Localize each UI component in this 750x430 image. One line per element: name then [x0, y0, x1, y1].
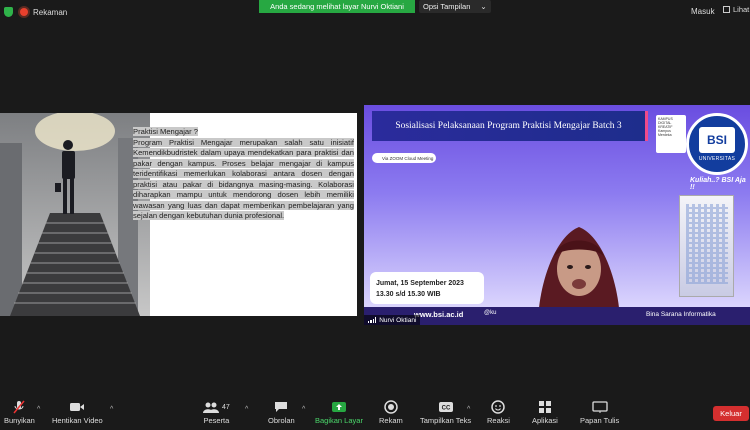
participant-video-panel[interactable]: Sosialisasi Pelaksanaan Program Praktisi… — [364, 105, 750, 325]
stop-video-button[interactable]: Hentikan Video — [52, 398, 103, 425]
share-screen-button[interactable]: Bagikan Layar — [315, 398, 363, 425]
participant-name: Nurvi Oktiani — [379, 316, 417, 324]
university-name: UNIVERSITAS — [698, 155, 736, 162]
record-label: Rekam — [379, 416, 403, 425]
svg-text:CC: CC — [441, 406, 450, 412]
participants-label: Peserta — [203, 416, 230, 425]
recording-label: Rekaman — [33, 7, 68, 17]
stop-video-label: Hentikan Video — [52, 416, 103, 425]
chevron-down-icon: ⌄ — [480, 2, 487, 11]
university-logo: BSI UNIVERSITAS — [686, 113, 748, 175]
record-icon — [384, 398, 398, 416]
share-screen-label: Bagikan Layar — [315, 416, 363, 425]
share-screen-icon — [331, 398, 347, 416]
slide-body: Program Praktisi Mengajar merupakan sala… — [133, 137, 354, 222]
campus-building-image — [679, 195, 734, 297]
recording-indicator[interactable]: Rekaman — [20, 5, 67, 19]
kampus-merdeka-logo: KAMPUS DIGITAL KREATIF Kampus Merdeka — [656, 115, 686, 153]
meeting-toolbar: Bunyikan ^ Hentikan Video ^ 47 Peserta ^… — [0, 396, 750, 430]
participants-icon-wrap: 47 — [203, 398, 230, 416]
website-url: www.bsi.ac.id — [414, 310, 464, 319]
zoom-meeting-pill: Via ZOOM Cloud Meeting — [372, 153, 436, 163]
chat-options-caret[interactable]: ^ — [302, 406, 305, 413]
apps-button[interactable]: Aplikasi — [532, 398, 558, 425]
audio-options-caret[interactable]: ^ — [37, 406, 40, 413]
closed-captions-icon: CC — [438, 398, 454, 416]
slide-text-block: Praktisi Mengajar ? Program Praktisi Men… — [133, 127, 354, 222]
captions-label: Tampilkan Teks — [420, 416, 472, 425]
view-options-label: Opsi Tampilan — [423, 2, 471, 11]
sign-in-button[interactable]: Masuk — [691, 7, 715, 16]
view-label: Lihat — [733, 5, 750, 14]
chat-button[interactable]: Obrolan — [268, 398, 295, 425]
stairs-businessman-image — [0, 113, 150, 316]
event-title-banner: Sosialisasi Pelaksanaan Program Praktisi… — [372, 111, 648, 141]
reactions-label: Reaksi — [487, 416, 510, 425]
reactions-button[interactable]: Reaksi — [487, 398, 510, 425]
chat-bubble-icon — [274, 398, 288, 416]
slide-footer-bar: www.bsi.ac.id @ku Bina Sarana Informatik… — [364, 307, 750, 325]
signal-strength-icon — [368, 317, 377, 323]
whiteboard-icon — [591, 398, 608, 416]
event-date-card: Jumat, 15 September 2023 13.30 s/d 15.30… — [370, 272, 484, 304]
view-button[interactable]: Lihat — [723, 5, 749, 14]
slide-body-text: Program Praktisi Mengajar merupakan sala… — [133, 137, 354, 220]
apps-label: Aplikasi — [532, 416, 558, 425]
participants-icon — [203, 402, 219, 413]
participants-options-caret[interactable]: ^ — [245, 406, 248, 413]
bsi-mark: BSI — [699, 126, 735, 153]
grid-view-icon — [723, 6, 730, 13]
whiteboard-button[interactable]: Papan Tulis — [580, 398, 619, 425]
video-options-caret[interactable]: ^ — [110, 406, 113, 413]
apps-grid-icon — [538, 398, 552, 416]
participants-button[interactable]: 47 Peserta — [203, 398, 230, 425]
top-bar: Rekaman Anda sedang melihat layar Nurvi … — [0, 0, 750, 24]
record-button[interactable]: Rekam — [379, 398, 403, 425]
leave-meeting-button[interactable]: Keluar — [713, 406, 749, 421]
reaction-emoji-icon — [491, 398, 506, 416]
shared-slide-left: Praktisi Mengajar ? Program Praktisi Men… — [0, 113, 357, 316]
slide-heading: Praktisi Mengajar ? — [133, 127, 198, 136]
participants-count: 47 — [222, 403, 230, 411]
social-handle: @ku — [484, 310, 497, 316]
whiteboard-label: Papan Tulis — [580, 416, 620, 425]
captions-button[interactable]: CC Tampilkan Teks — [420, 398, 471, 425]
video-camera-icon — [69, 398, 85, 416]
security-shield-icon[interactable] — [4, 7, 13, 17]
chat-label: Obrolan — [268, 416, 295, 425]
participant-name-tag: Nurvi Oktiani — [364, 315, 421, 325]
event-time: 13.30 s/d 15.30 WIB — [376, 291, 441, 298]
footer-brand: Bina Sarana Informatika — [646, 311, 716, 318]
unmute-button[interactable]: Bunyikan — [4, 398, 35, 425]
record-dot-icon — [20, 8, 28, 16]
viewing-screen-banner: Anda sedang melihat layar Nurvi Oktiani — [259, 0, 415, 13]
view-options-button[interactable]: Opsi Tampilan ⌄ — [419, 0, 491, 13]
event-date: Jumat, 15 September 2023 — [376, 280, 464, 287]
captions-options-caret[interactable]: ^ — [467, 406, 470, 413]
microphone-muted-icon — [12, 398, 26, 416]
unmute-label: Bunyikan — [4, 416, 35, 425]
tagline: Kuliah..? BSI Aja !! — [690, 177, 746, 191]
